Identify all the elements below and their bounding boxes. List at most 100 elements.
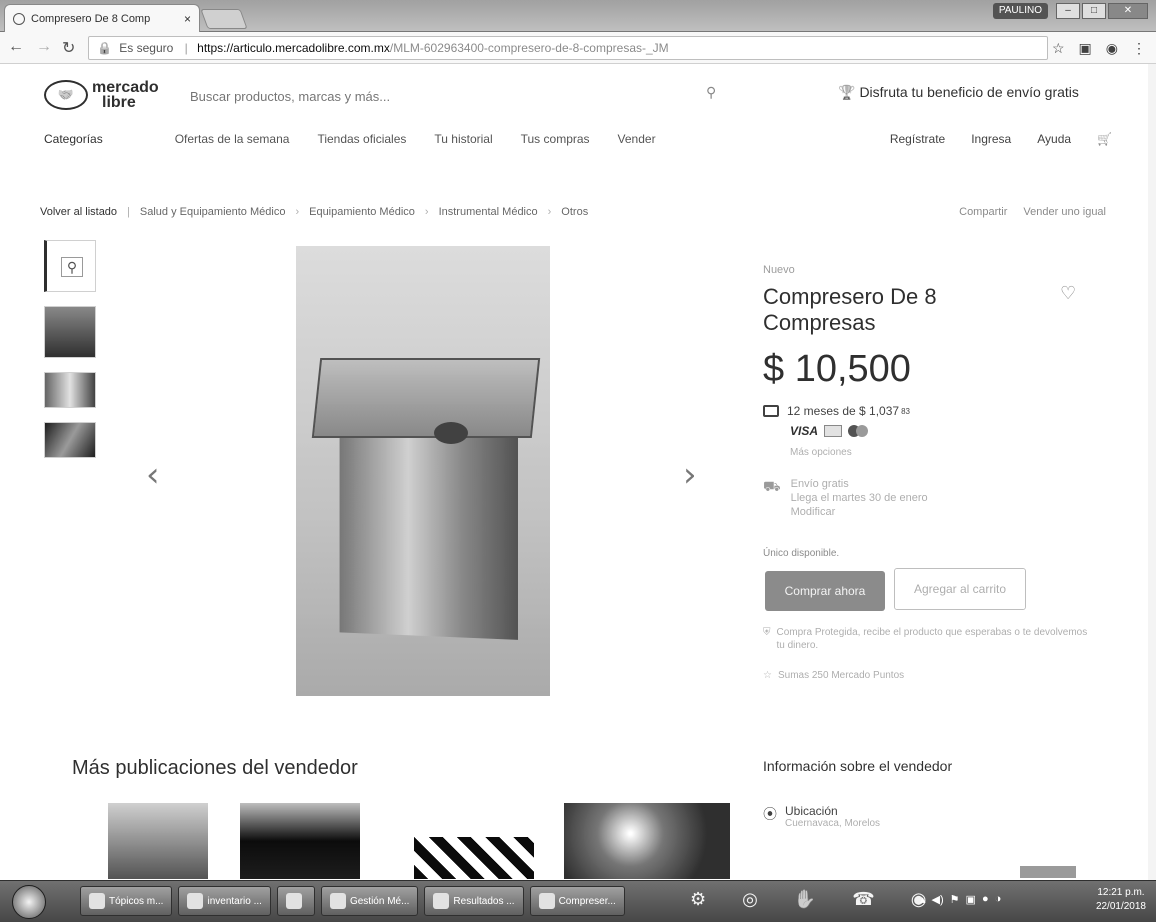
app-icon[interactable]: ⚙ bbox=[690, 889, 706, 910]
tray-icon[interactable]: ◑ bbox=[995, 893, 1002, 906]
taskbar-item[interactable]: Resultados ... bbox=[424, 886, 524, 916]
more-payment-options-link[interactable]: Más opciones bbox=[790, 447, 852, 458]
back-arrow-icon[interactable]: ← bbox=[8, 38, 24, 56]
tray-icon[interactable]: ⚑ bbox=[950, 893, 960, 906]
credit-card-icon bbox=[763, 405, 779, 417]
url-path: /MLM-602963400-compresero-de-8-compresas… bbox=[389, 41, 669, 55]
publication-thumbnail[interactable] bbox=[414, 837, 534, 879]
share-link[interactable]: Compartir bbox=[959, 206, 1007, 218]
network-icon[interactable]: ▴ bbox=[920, 893, 926, 906]
register-link[interactable]: Regístrate bbox=[890, 132, 945, 146]
help-link[interactable]: Ayuda bbox=[1037, 132, 1071, 146]
app-icon[interactable]: ✋ bbox=[794, 889, 816, 910]
extension-icon-2[interactable]: ◉ bbox=[1106, 40, 1118, 57]
stock-text: Único disponible. bbox=[763, 548, 840, 559]
feedback-tab[interactable] bbox=[1020, 866, 1076, 878]
extension-icon[interactable]: ▣ bbox=[1079, 40, 1092, 57]
publication-thumbnail[interactable] bbox=[240, 803, 360, 879]
main-product-image[interactable] bbox=[296, 246, 550, 696]
guarantee-text: Compra Protegida, recibe el producto que… bbox=[776, 627, 1088, 651]
search-input[interactable] bbox=[176, 78, 722, 114]
nav-categories[interactable]: Categorías bbox=[44, 132, 103, 146]
product-price: $ 10,500 bbox=[763, 348, 911, 390]
app-icon[interactable]: ☎ bbox=[852, 889, 874, 910]
site-header: 🤝 mercado libre ⚲ 🏆Disfruta tu beneficio… bbox=[0, 64, 1156, 214]
nav-sell[interactable]: Vender bbox=[618, 132, 656, 146]
thumbnail-image[interactable] bbox=[44, 422, 96, 458]
shield-icon: ⛨ bbox=[763, 627, 771, 638]
buy-now-button[interactable]: Comprar ahora bbox=[765, 571, 885, 611]
tray-icon[interactable]: ▣ bbox=[966, 893, 976, 906]
seller-info-heading: Información sobre el vendedor bbox=[763, 758, 953, 774]
browser-toolbar-icons: ☆ ▣ ◉ ⋮ bbox=[1052, 40, 1146, 57]
back-to-list-link[interactable]: Volver al listado bbox=[40, 206, 117, 218]
payment-cards: VISA bbox=[790, 424, 869, 438]
site-favicon-icon bbox=[13, 12, 25, 25]
gallery-prev-icon[interactable]: ‹ bbox=[146, 455, 160, 495]
reload-icon[interactable]: ↻ bbox=[62, 38, 75, 58]
browser-tab[interactable]: Compresero De 8 Comp × bbox=[4, 4, 200, 32]
tab-close-icon[interactable]: × bbox=[184, 12, 191, 26]
address-bar-row: ← → ↻ 🔒 Es seguro | https://articulo.mer… bbox=[0, 32, 1156, 64]
nav-history[interactable]: Tu historial bbox=[434, 132, 492, 146]
browser-tabbar: Compresero De 8 Comp × PAULINO – □ ✕ bbox=[0, 0, 1156, 32]
chrome-icon bbox=[538, 893, 555, 909]
new-tab-button[interactable] bbox=[200, 9, 248, 29]
thumbnail-zoom[interactable]: ⚲ bbox=[44, 240, 96, 292]
thumbnail-image[interactable] bbox=[44, 306, 96, 358]
sell-same-link[interactable]: Vender uno igual bbox=[1023, 206, 1106, 218]
taskbar-item[interactable]: inventario ... bbox=[178, 886, 271, 916]
app-icon[interactable]: ◎ bbox=[742, 889, 758, 910]
taskbar-item[interactable] bbox=[276, 886, 315, 916]
profile-badge[interactable]: PAULINO bbox=[992, 3, 1048, 19]
logo-text-line1: mercado bbox=[92, 79, 159, 96]
favorite-heart-icon[interactable]: ♡ bbox=[1060, 283, 1076, 304]
taskbar-item[interactable]: Gestión Mé... bbox=[320, 886, 419, 916]
taskbar-item[interactable]: Compreser... bbox=[529, 886, 625, 916]
category-nav: Categorías Ofertas de la semana Tiendas … bbox=[44, 132, 684, 146]
publication-thumbnail[interactable] bbox=[108, 803, 208, 879]
start-button-icon[interactable] bbox=[12, 885, 46, 919]
url-input[interactable]: 🔒 Es seguro | https://articulo.mercadoli… bbox=[88, 36, 1048, 60]
breadcrumb-item[interactable]: Instrumental Médico bbox=[439, 206, 538, 218]
installments-info: 12 meses de $ 1,037 83 bbox=[763, 404, 910, 418]
shipping-modify-link[interactable]: Modificar bbox=[791, 506, 928, 518]
gallery-thumbnails: ⚲ bbox=[44, 240, 96, 458]
forward-arrow-icon[interactable]: → bbox=[36, 38, 52, 56]
maximize-icon[interactable]: □ bbox=[1082, 3, 1106, 19]
account-nav: Regístrate Ingresa Ayuda 🛒 bbox=[890, 132, 1112, 146]
nav-purchases[interactable]: Tus compras bbox=[521, 132, 590, 146]
volume-icon[interactable]: ◀) bbox=[932, 893, 944, 906]
breadcrumb-item[interactable]: Salud y Equipamiento Médico bbox=[140, 206, 286, 218]
add-to-cart-button[interactable]: Agregar al carrito bbox=[894, 568, 1026, 610]
chrome-icon bbox=[433, 893, 450, 909]
handshake-icon: 🤝 bbox=[44, 80, 88, 110]
page-scrollbar[interactable] bbox=[1148, 64, 1156, 880]
menu-dots-icon[interactable]: ⋮ bbox=[1132, 40, 1146, 57]
card-logo-icon bbox=[824, 425, 843, 437]
bookmark-star-icon[interactable]: ☆ bbox=[1052, 40, 1065, 57]
nav-official-stores[interactable]: Tiendas oficiales bbox=[317, 132, 406, 146]
taskbar-item[interactable]: Tópicos m... bbox=[80, 886, 173, 916]
secure-label: Es seguro bbox=[119, 41, 174, 55]
search-icon[interactable]: ⚲ bbox=[706, 84, 716, 101]
points-icon: ☆ bbox=[763, 670, 772, 681]
logo-text-line2: libre bbox=[102, 94, 136, 111]
breadcrumb-item[interactable]: Otros bbox=[561, 206, 588, 218]
thumbnail-image[interactable] bbox=[44, 372, 96, 408]
tray-icon[interactable]: ● bbox=[982, 893, 989, 906]
close-window-icon[interactable]: ✕ bbox=[1108, 3, 1148, 19]
cart-icon[interactable]: 🛒 bbox=[1097, 132, 1112, 146]
taskbar-clock[interactable]: 12:21 p.m. 22/01/2018 bbox=[1096, 886, 1146, 914]
clock-date: 22/01/2018 bbox=[1095, 901, 1146, 912]
publication-thumbnail[interactable] bbox=[564, 803, 730, 879]
nav-offers[interactable]: Ofertas de la semana bbox=[175, 132, 290, 146]
gallery-next-icon[interactable]: › bbox=[683, 455, 697, 495]
login-link[interactable]: Ingresa bbox=[971, 132, 1011, 146]
shipping-benefit-banner[interactable]: 🏆 Disfruta tu beneficio de envío gratis bbox=[838, 84, 1079, 101]
mercadolibre-logo[interactable]: 🤝 mercado libre bbox=[44, 79, 159, 111]
word-icon bbox=[187, 893, 204, 909]
location-pin-icon: ⦿ bbox=[763, 806, 777, 822]
breadcrumb-item[interactable]: Equipamiento Médico bbox=[309, 206, 415, 218]
minimize-icon[interactable]: – bbox=[1056, 3, 1080, 19]
